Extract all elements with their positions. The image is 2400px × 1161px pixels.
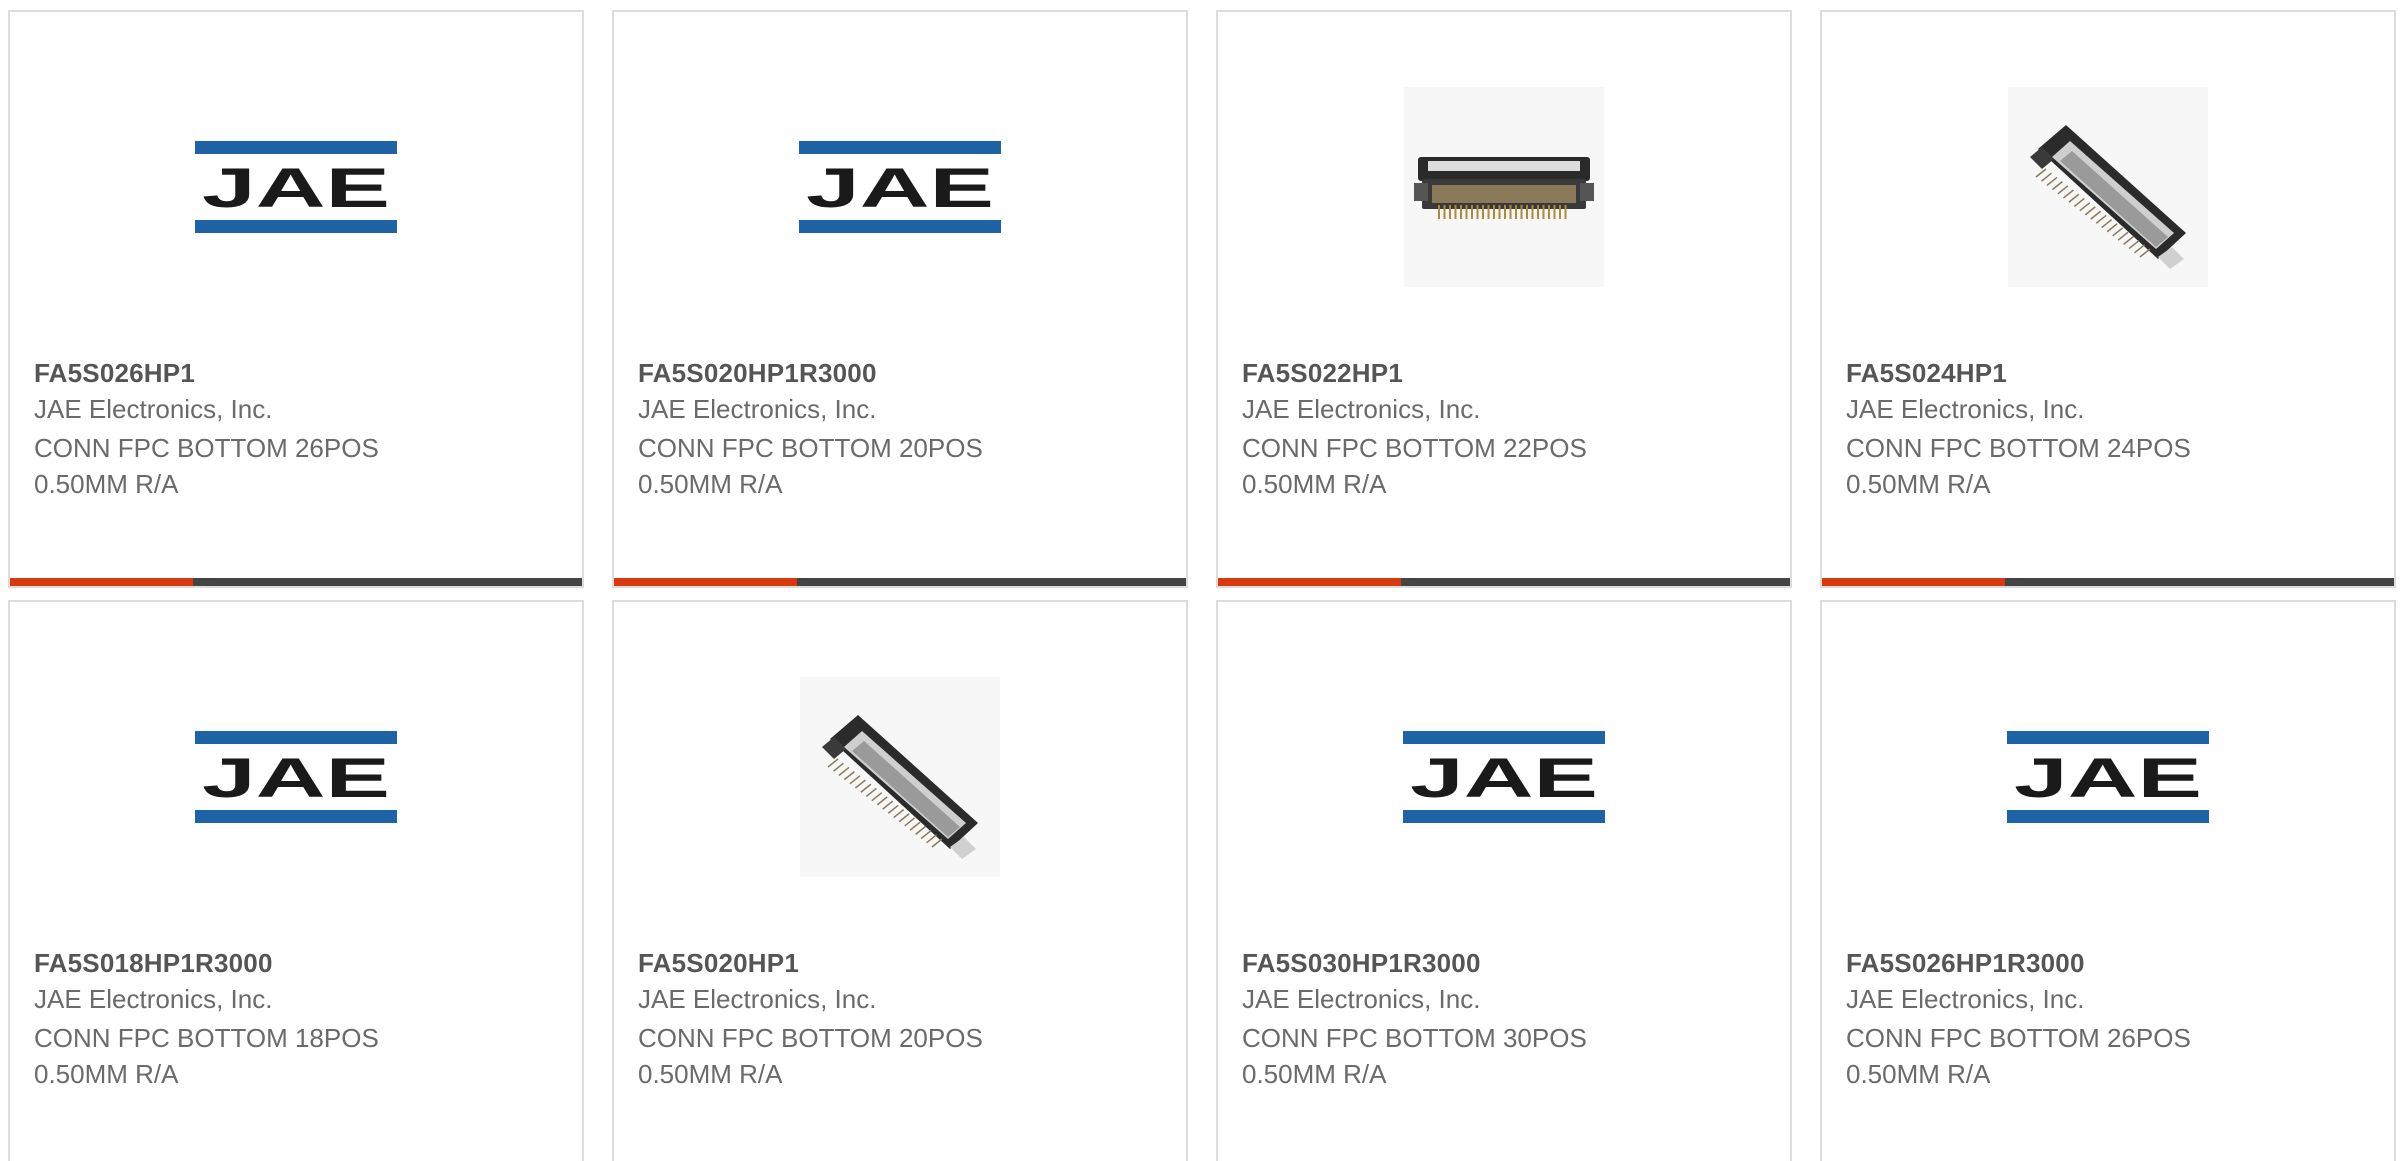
description: CONN FPC BOTTOM 30POS 0.50MM R/A — [1242, 1020, 1762, 1092]
description-line: CONN FPC BOTTOM 20POS — [638, 433, 983, 463]
description: CONN FPC BOTTOM 18POS 0.50MM R/A — [34, 1020, 554, 1092]
product-card[interactable]: JAE FA5S026HP1 JAE Electronics, Inc. CON… — [8, 10, 584, 588]
description-line: 0.50MM R/A — [34, 1059, 179, 1089]
jae-logo-text: JAE — [202, 156, 390, 219]
jae-logo-text: JAE — [1410, 746, 1598, 809]
description-line: CONN FPC BOTTOM 26POS — [1846, 1023, 2191, 1053]
description-line: CONN FPC BOTTOM 24POS — [1846, 433, 2191, 463]
product-card[interactable]: JAE FA5S020HP1R3000 JAE Electronics, Inc… — [612, 10, 1188, 588]
jae-logo: JAE — [195, 141, 397, 233]
progress-bar — [614, 578, 1186, 586]
progress-fill — [10, 578, 194, 586]
manufacturer: JAE Electronics, Inc. — [1242, 984, 1481, 1014]
jae-logo: JAE — [799, 141, 1001, 233]
description-line: 0.50MM R/A — [1242, 1059, 1387, 1089]
product-grid: JAE FA5S026HP1 JAE Electronics, Inc. CON… — [0, 0, 2400, 1161]
progress-bar — [1218, 578, 1790, 586]
manufacturer: JAE Electronics, Inc. — [638, 984, 877, 1014]
jae-logo: JAE — [2007, 731, 2209, 823]
product-card[interactable]: JAE FA5S018HP1R3000 JAE Electronics, Inc… — [8, 600, 584, 1161]
description: CONN FPC BOTTOM 22POS 0.50MM R/A — [1242, 430, 1762, 502]
description-line: CONN FPC BOTTOM 22POS — [1242, 433, 1587, 463]
connector-photo — [800, 677, 1000, 877]
product-card[interactable]: FA5S024HP1 JAE Electronics, Inc. CONN FP… — [1820, 10, 2396, 588]
manufacturer: JAE Electronics, Inc. — [1846, 394, 2085, 424]
part-number[interactable]: FA5S020HP1R3000 — [638, 358, 877, 389]
description: CONN FPC BOTTOM 24POS 0.50MM R/A — [1846, 430, 2366, 502]
part-number[interactable]: FA5S026HP1R3000 — [1846, 948, 2085, 979]
part-number[interactable]: FA5S030HP1R3000 — [1242, 948, 1481, 979]
product-card[interactable]: JAE FA5S026HP1R3000 JAE Electronics, Inc… — [1820, 600, 2396, 1161]
manufacturer: JAE Electronics, Inc. — [1846, 984, 2085, 1014]
progress-bar — [10, 578, 582, 586]
product-image[interactable]: JAE — [614, 72, 1186, 302]
description-line: CONN FPC BOTTOM 18POS — [34, 1023, 379, 1053]
progress-fill — [614, 578, 798, 586]
description: CONN FPC BOTTOM 26POS 0.50MM R/A — [34, 430, 554, 502]
jae-logo: JAE — [195, 731, 397, 823]
progress-fill — [1822, 578, 2006, 586]
jae-logo-text: JAE — [2014, 746, 2202, 809]
jae-logo-text: JAE — [202, 746, 390, 809]
connector-photo — [1404, 87, 1604, 287]
description-line: 0.50MM R/A — [34, 469, 179, 499]
description-line: 0.50MM R/A — [638, 469, 783, 499]
connector-photo — [2008, 87, 2208, 287]
product-card[interactable]: FA5S022HP1 JAE Electronics, Inc. CONN FP… — [1216, 10, 1792, 588]
description: CONN FPC BOTTOM 20POS 0.50MM R/A — [638, 430, 1158, 502]
description-line: 0.50MM R/A — [638, 1059, 783, 1089]
description-line: CONN FPC BOTTOM 30POS — [1242, 1023, 1587, 1053]
description-line: 0.50MM R/A — [1242, 469, 1387, 499]
part-number[interactable]: FA5S020HP1 — [638, 948, 799, 979]
product-image[interactable]: JAE — [1822, 662, 2394, 892]
part-number[interactable]: FA5S026HP1 — [34, 358, 195, 389]
product-image[interactable] — [614, 662, 1186, 892]
description-line: 0.50MM R/A — [1846, 1059, 1991, 1089]
product-image[interactable]: JAE — [1218, 662, 1790, 892]
description-line: CONN FPC BOTTOM 26POS — [34, 433, 379, 463]
product-image[interactable] — [1218, 72, 1790, 302]
jae-logo: JAE — [1403, 731, 1605, 823]
description: CONN FPC BOTTOM 20POS 0.50MM R/A — [638, 1020, 1158, 1092]
jae-logo-text: JAE — [806, 156, 994, 219]
product-image[interactable]: JAE — [10, 72, 582, 302]
description-line: CONN FPC BOTTOM 20POS — [638, 1023, 983, 1053]
manufacturer: JAE Electronics, Inc. — [638, 394, 877, 424]
product-card[interactable]: FA5S020HP1 JAE Electronics, Inc. CONN FP… — [612, 600, 1188, 1161]
product-card[interactable]: JAE FA5S030HP1R3000 JAE Electronics, Inc… — [1216, 600, 1792, 1161]
product-image[interactable] — [1822, 72, 2394, 302]
manufacturer: JAE Electronics, Inc. — [1242, 394, 1481, 424]
progress-bar — [1822, 578, 2394, 586]
product-image[interactable]: JAE — [10, 662, 582, 892]
manufacturer: JAE Electronics, Inc. — [34, 394, 273, 424]
description: CONN FPC BOTTOM 26POS 0.50MM R/A — [1846, 1020, 2366, 1092]
part-number[interactable]: FA5S022HP1 — [1242, 358, 1403, 389]
progress-fill — [1218, 578, 1402, 586]
manufacturer: JAE Electronics, Inc. — [34, 984, 273, 1014]
part-number[interactable]: FA5S024HP1 — [1846, 358, 2007, 389]
part-number[interactable]: FA5S018HP1R3000 — [34, 948, 273, 979]
description-line: 0.50MM R/A — [1846, 469, 1991, 499]
